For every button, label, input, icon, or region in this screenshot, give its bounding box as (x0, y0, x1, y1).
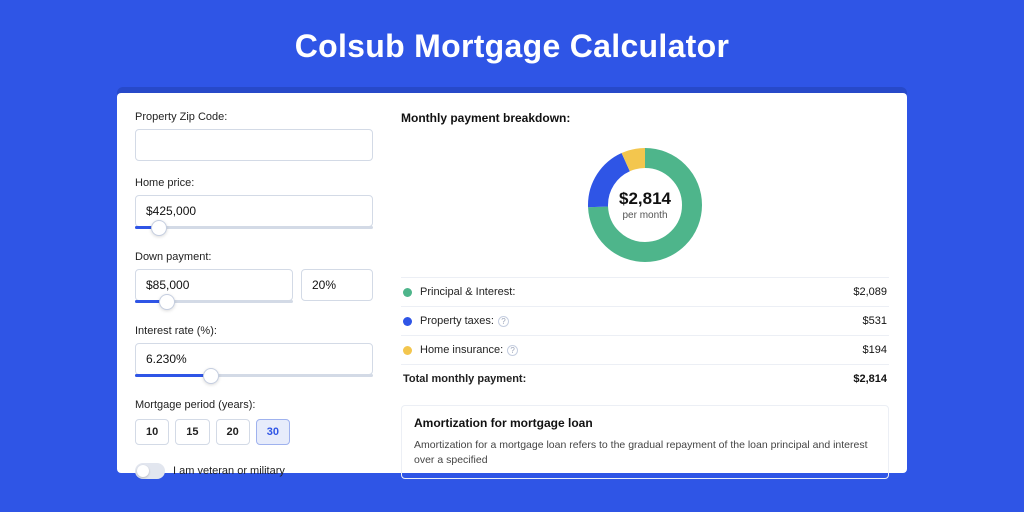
toggle-knob (137, 465, 149, 477)
panel-shadow: Property Zip Code: Home price: Down paym… (117, 87, 907, 473)
donut-sub: per month (619, 210, 671, 221)
veteran-label: I am veteran or military (173, 465, 285, 477)
info-icon[interactable]: ? (507, 345, 518, 356)
breakdown-column: Monthly payment breakdown: $2,814 per mo… (401, 111, 889, 473)
breakdown-row: Principal & Interest:$2,089 (401, 278, 889, 307)
donut-amount: $2,814 (619, 189, 671, 209)
down-payment-slider[interactable] (135, 300, 293, 303)
donut-center: $2,814 per month (619, 189, 671, 221)
info-icon[interactable]: ? (498, 316, 509, 327)
donut-chart: $2,814 per month (583, 143, 707, 267)
interest-rate-field: Interest rate (%): (135, 325, 373, 377)
period-button-20[interactable]: 20 (216, 419, 250, 445)
interest-rate-slider-thumb[interactable] (203, 368, 219, 384)
veteran-toggle[interactable] (135, 463, 165, 479)
home-price-label: Home price: (135, 177, 373, 189)
zip-label: Property Zip Code: (135, 111, 373, 123)
breakdown-row: Property taxes:?$531 (401, 307, 889, 336)
interest-rate-slider-fill (135, 374, 211, 377)
mortgage-period-options: 1015 2030 (135, 419, 373, 445)
total-value: $2,814 (853, 373, 887, 385)
breakdown-label: Property taxes:? (420, 315, 863, 327)
home-price-input[interactable] (135, 195, 373, 227)
home-price-slider-thumb[interactable] (151, 220, 167, 236)
legend-dot (403, 346, 412, 355)
breakdown-label: Principal & Interest: (420, 286, 853, 298)
interest-rate-input[interactable] (135, 343, 373, 375)
breakdown-title: Monthly payment breakdown: (401, 111, 889, 125)
home-price-slider[interactable] (135, 226, 373, 229)
legend-dot (403, 288, 412, 297)
breakdown-value: $2,089 (853, 286, 887, 298)
home-price-field: Home price: (135, 177, 373, 229)
zip-field: Property Zip Code: (135, 111, 373, 161)
breakdown-value: $194 (863, 344, 887, 356)
legend-dot (403, 317, 412, 326)
down-payment-pct-input[interactable] (301, 269, 373, 301)
calculator-panel: Property Zip Code: Home price: Down paym… (117, 93, 907, 473)
donut-chart-wrap: $2,814 per month (401, 137, 889, 277)
breakdown-row: Home insurance:?$194 (401, 336, 889, 365)
mortgage-period-label: Mortgage period (years): (135, 399, 373, 411)
period-button-15[interactable]: 15 (175, 419, 209, 445)
total-label: Total monthly payment: (403, 373, 853, 385)
breakdown-value: $531 (863, 315, 887, 327)
down-payment-amount-input[interactable] (135, 269, 293, 301)
zip-input[interactable] (135, 129, 373, 161)
period-button-30[interactable]: 30 (256, 419, 290, 445)
breakdown-total-row: Total monthly payment:$2,814 (401, 365, 889, 393)
amortization-card: Amortization for mortgage loan Amortizat… (401, 405, 889, 479)
interest-rate-slider[interactable] (135, 374, 373, 377)
amortization-body: Amortization for a mortgage loan refers … (414, 438, 876, 468)
page-title: Colsub Mortgage Calculator (0, 0, 1024, 87)
down-payment-label: Down payment: (135, 251, 373, 263)
amortization-title: Amortization for mortgage loan (414, 416, 876, 430)
down-payment-field: Down payment: (135, 251, 373, 303)
mortgage-period-field: Mortgage period (years): 1015 2030 (135, 399, 373, 445)
interest-rate-label: Interest rate (%): (135, 325, 373, 337)
down-payment-slider-thumb[interactable] (159, 294, 175, 310)
breakdown-label: Home insurance:? (420, 344, 863, 356)
form-column: Property Zip Code: Home price: Down paym… (135, 111, 373, 473)
veteran-row: I am veteran or military (135, 463, 373, 479)
period-button-10[interactable]: 10 (135, 419, 169, 445)
breakdown-list: Principal & Interest:$2,089Property taxe… (401, 277, 889, 393)
